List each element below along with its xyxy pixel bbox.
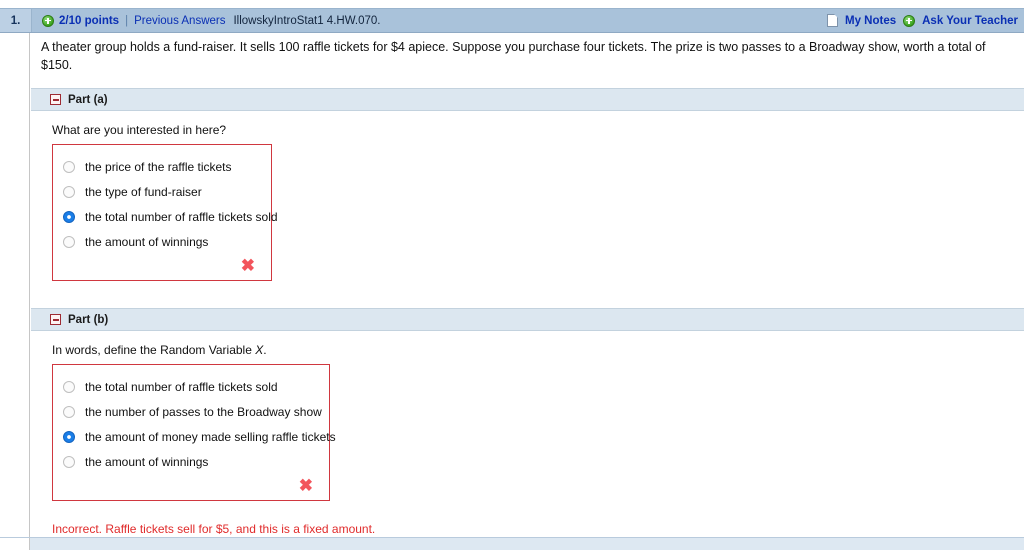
- prompt-b: In words, define the Random Variable X.: [52, 343, 1024, 357]
- choice-b-3[interactable]: the amount of money made selling raffle …: [57, 424, 336, 449]
- plus-circle-icon[interactable]: [42, 14, 54, 27]
- feedback-message: Incorrect. Raffle tickets sell for $5, a…: [52, 522, 376, 536]
- choice-b-1[interactable]: the total number of raffle tickets sold: [57, 374, 315, 399]
- choice-b-1-label: the total number of raffle tickets sold: [85, 379, 278, 394]
- footer-strip: [0, 537, 1024, 550]
- ask-teacher-plus-icon[interactable]: [903, 14, 916, 27]
- left-gutter: [0, 33, 30, 537]
- choice-a-2-label: the type of fund-raiser: [85, 184, 202, 199]
- answer-box-a: the price of the raffle tickets the type…: [52, 144, 278, 281]
- choice-b-2-label: the number of passes to the Broadway sho…: [85, 404, 322, 419]
- part-body-a: What are you interested in here? the pri…: [31, 111, 1024, 281]
- part-label-b: Part (b): [68, 313, 109, 326]
- choice-a-4-label: the amount of winnings: [85, 234, 209, 249]
- radio-b-1[interactable]: [63, 380, 75, 393]
- choice-a-1-label: the price of the raffle tickets: [85, 159, 232, 174]
- choice-a-2[interactable]: the type of fund-raiser: [57, 179, 257, 204]
- radio-b-3[interactable]: [63, 430, 75, 443]
- note-page-icon[interactable]: [827, 14, 838, 27]
- header-separator: |: [125, 14, 129, 27]
- points-earned: 2/10 points: [59, 14, 120, 27]
- prompt-a-text: What are you interested in here?: [52, 123, 227, 137]
- choice-a-3-label: the total number of raffle tickets sold: [85, 209, 278, 224]
- prompt-b-suffix: .: [263, 343, 267, 357]
- choice-a-3[interactable]: the total number of raffle tickets sold: [57, 204, 278, 229]
- my-notes-link[interactable]: My Notes: [845, 15, 896, 27]
- incorrect-x-icon-a: ✖: [240, 255, 255, 275]
- homework-question-page: 1. 2/10 points | Previous Answers Illows…: [0, 0, 1024, 550]
- part-body-b: In words, define the Random Variable X. …: [31, 331, 1024, 501]
- assignment-identifier: IllowskyIntroStat1 4.HW.070.: [233, 14, 381, 27]
- prompt-a: What are you interested in here?: [52, 123, 1024, 137]
- incorrect-x-icon-b: ✖: [298, 475, 313, 495]
- question-body: A theater group holds a fund-raiser. It …: [0, 33, 1024, 537]
- prompt-b-text: In words, define the Random Variable: [52, 343, 256, 357]
- question-number: 1.: [0, 9, 32, 32]
- radio-a-3[interactable]: [63, 210, 75, 223]
- minus-square-icon[interactable]: [50, 94, 61, 105]
- part-header-a[interactable]: Part (a): [31, 88, 1024, 111]
- choice-a-1[interactable]: the price of the raffle tickets: [57, 154, 257, 179]
- question-header-bar: 1. 2/10 points | Previous Answers Illows…: [0, 8, 1024, 33]
- points-group: 2/10 points: [42, 14, 120, 27]
- problem-statement: A theater group holds a fund-raiser. It …: [41, 40, 986, 72]
- question-content: A theater group holds a fund-raiser. It …: [31, 33, 1024, 537]
- choice-b-2[interactable]: the number of passes to the Broadway sho…: [57, 399, 322, 424]
- radio-a-2[interactable]: [63, 185, 75, 198]
- choice-a-4[interactable]: the amount of winnings: [57, 229, 257, 254]
- previous-answers-link[interactable]: Previous Answers: [134, 15, 225, 27]
- radio-a-1[interactable]: [63, 160, 75, 173]
- question-header-right: My Notes Ask Your Teacher: [827, 14, 1024, 27]
- part-label-a: Part (a): [68, 93, 108, 106]
- footer-gutter: [0, 538, 30, 550]
- question-header-left: 1. 2/10 points | Previous Answers Illows…: [0, 9, 381, 32]
- result-row-a: ✖: [57, 254, 257, 276]
- choice-b-3-label: the amount of money made selling raffle …: [85, 429, 336, 444]
- choice-b-4-label: the amount of winnings: [85, 454, 209, 469]
- radio-b-2[interactable]: [63, 405, 75, 418]
- part-header-b[interactable]: Part (b): [31, 308, 1024, 331]
- radio-a-4[interactable]: [63, 235, 75, 248]
- result-row-b: ✖: [57, 474, 315, 496]
- ask-your-teacher-link[interactable]: Ask Your Teacher: [922, 15, 1018, 27]
- radio-b-4[interactable]: [63, 455, 75, 468]
- answer-box-b: the total number of raffle tickets sold …: [52, 364, 336, 501]
- choice-b-4[interactable]: the amount of winnings: [57, 449, 315, 474]
- minus-square-icon[interactable]: [50, 314, 61, 325]
